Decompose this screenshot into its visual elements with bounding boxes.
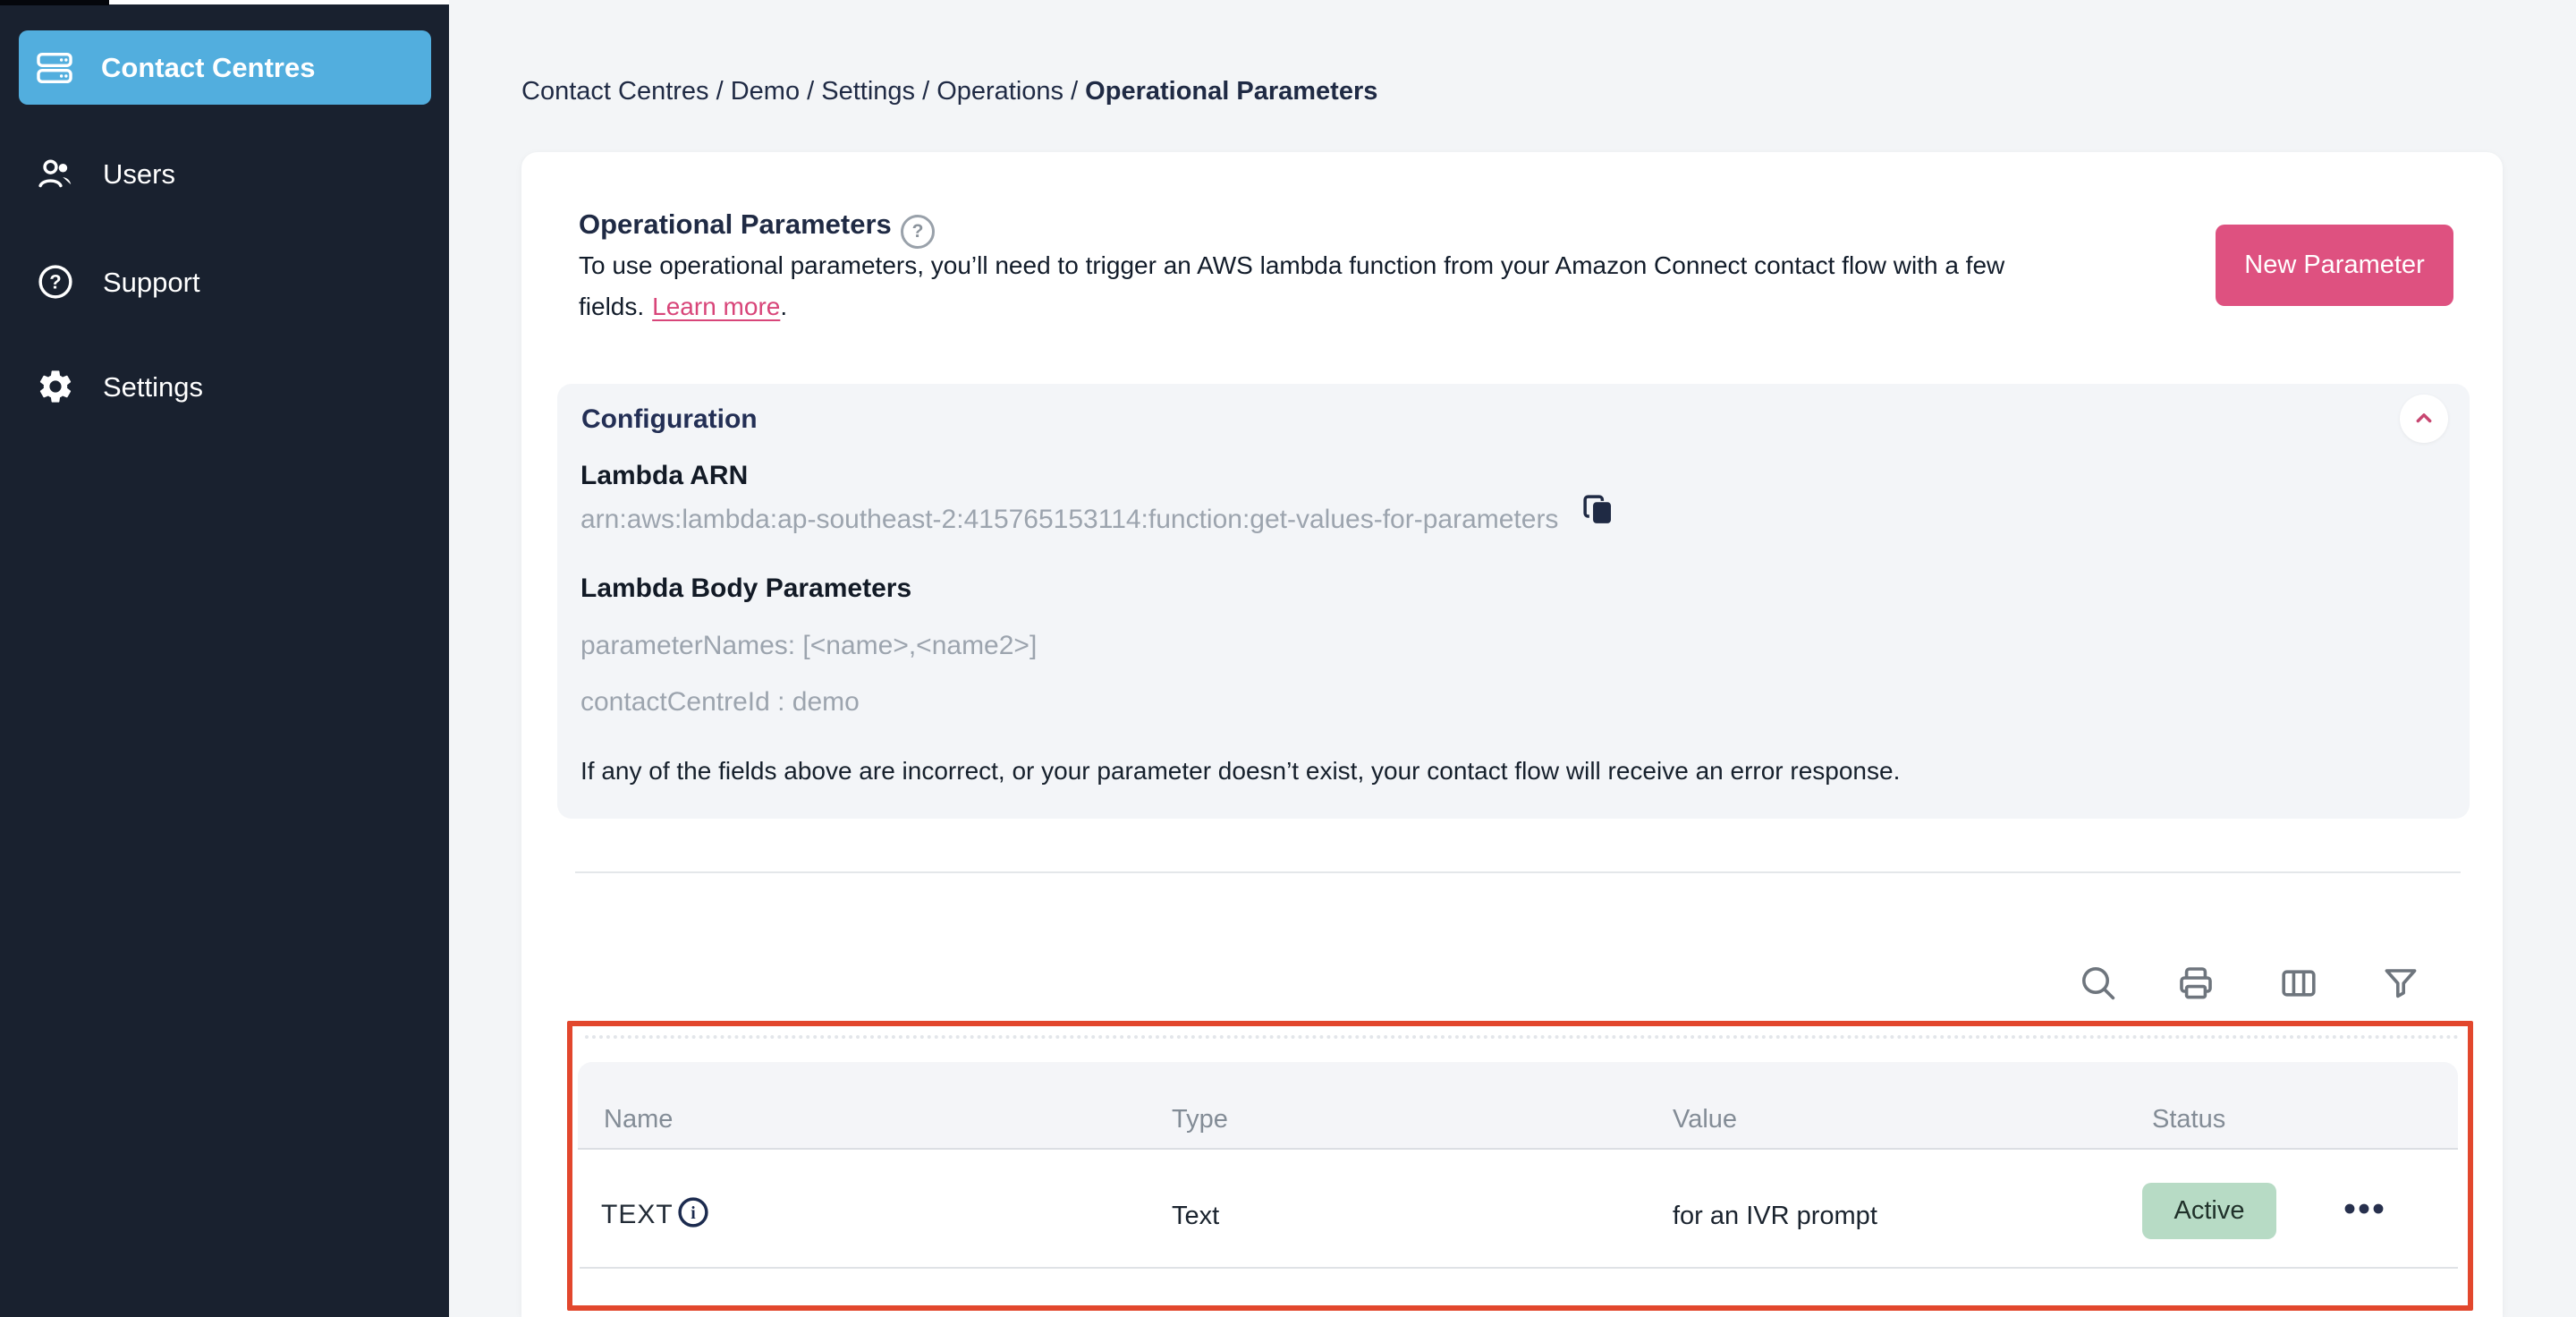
breadcrumb: Contact Centres / Demo / Settings / Oper… bbox=[521, 77, 1377, 106]
column-header-status[interactable]: Status bbox=[2152, 1105, 2225, 1134]
column-header-name[interactable]: Name bbox=[604, 1105, 673, 1134]
breadcrumb-current: Operational Parameters bbox=[1085, 77, 1378, 106]
breadcrumb-path[interactable]: Contact Centres / Demo / Settings / Oper… bbox=[521, 77, 1078, 106]
description-line2: fields. Learn more. bbox=[579, 286, 2004, 327]
svg-text:?: ? bbox=[49, 270, 61, 293]
svg-text:i: i bbox=[691, 1203, 696, 1223]
row-divider bbox=[580, 1267, 2458, 1269]
window-top-strip bbox=[0, 0, 109, 5]
dotted-guide-line bbox=[585, 1035, 2460, 1039]
row-type-cell: Text bbox=[1172, 1202, 1220, 1230]
sidebar-item-label: Contact Centres bbox=[101, 51, 316, 83]
page-description: To use operational parameters, you’ll ne… bbox=[579, 245, 2004, 327]
collapse-configuration-button[interactable] bbox=[2400, 395, 2448, 443]
sidebar-item-support[interactable]: ? Support bbox=[36, 258, 200, 308]
contact-centre-id-value: contactCentreId : demo bbox=[580, 687, 860, 717]
print-icon[interactable] bbox=[2174, 962, 2217, 1005]
parameter-names-value: parameterNames: [<name>,<name2>] bbox=[580, 631, 1038, 660]
description-line2-prefix: fields. bbox=[579, 293, 645, 320]
configuration-note: If any of the fields above are incorrect… bbox=[580, 757, 1901, 785]
description-line1: To use operational parameters, you’ll ne… bbox=[579, 251, 2005, 279]
support-icon: ? bbox=[36, 262, 77, 303]
users-icon bbox=[36, 154, 77, 195]
sidebar-item-label: Settings bbox=[103, 371, 204, 403]
help-glyph: ? bbox=[911, 221, 924, 242]
sidebar-item-label: Users bbox=[103, 158, 175, 190]
configuration-title: Configuration bbox=[581, 404, 758, 434]
lambda-body-label: Lambda Body Parameters bbox=[580, 574, 912, 603]
info-icon[interactable]: i bbox=[676, 1195, 710, 1229]
copy-icon[interactable] bbox=[1580, 491, 1617, 529]
help-icon[interactable]: ? bbox=[901, 215, 935, 249]
sidebar-item-settings[interactable]: Settings bbox=[36, 362, 203, 412]
row-name-cell: TEXT bbox=[601, 1200, 674, 1229]
window-top-highlight bbox=[109, 0, 449, 4]
sidebar-item-label: Support bbox=[103, 267, 200, 298]
row-value-cell: for an IVR prompt bbox=[1673, 1202, 1877, 1230]
gear-icon bbox=[36, 367, 77, 408]
page-title: Operational Parameters bbox=[579, 208, 892, 240]
sidebar-item-contact-centres[interactable]: Contact Centres bbox=[19, 30, 431, 105]
column-header-value[interactable]: Value bbox=[1673, 1105, 1737, 1134]
status-badge: Active bbox=[2142, 1183, 2276, 1239]
row-actions-menu-icon[interactable] bbox=[2343, 1202, 2385, 1215]
lambda-arn-value: arn:aws:lambda:ap-southeast-2:4157651531… bbox=[580, 505, 1559, 534]
chevron-up-icon bbox=[2410, 404, 2438, 435]
lambda-arn-label: Lambda ARN bbox=[580, 461, 749, 490]
search-icon[interactable] bbox=[2077, 962, 2120, 1005]
sidebar-item-users[interactable]: Users bbox=[36, 149, 175, 200]
section-divider bbox=[575, 871, 2461, 873]
view-columns-icon[interactable] bbox=[2277, 962, 2320, 1005]
column-header-type[interactable]: Type bbox=[1172, 1105, 1228, 1134]
learn-more-link[interactable]: Learn more bbox=[652, 293, 780, 320]
contact-centres-icon bbox=[34, 47, 75, 89]
filter-icon[interactable] bbox=[2379, 962, 2422, 1005]
new-parameter-button[interactable]: New Parameter bbox=[2216, 225, 2453, 306]
sidebar: Contact Centres Users ? Support Settings bbox=[0, 0, 449, 1317]
description-period: . bbox=[780, 293, 788, 320]
